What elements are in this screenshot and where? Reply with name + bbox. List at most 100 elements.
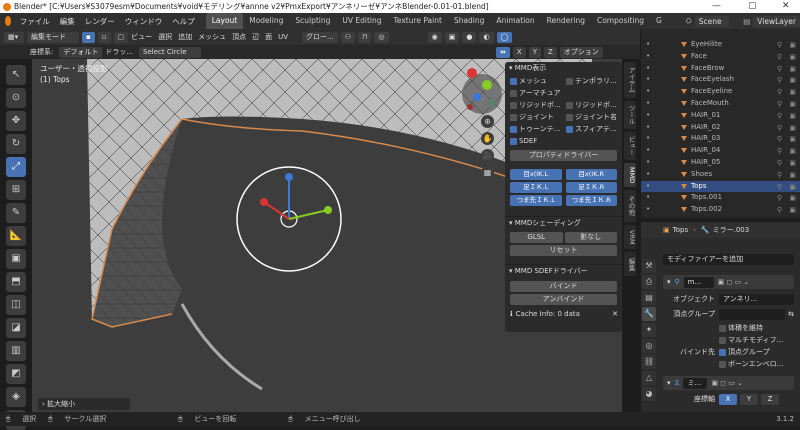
editor-type-icon[interactable]: ▦▾ [4,31,24,43]
material-props-icon[interactable]: ◕ [642,387,656,401]
minimize-button[interactable]: — [712,0,721,13]
menu-select[interactable]: 選択 [158,32,172,42]
outliner-item[interactable]: • Tops.001 ⚲ ▣ [641,192,800,204]
expand2-icon[interactable]: ▾ [667,379,671,387]
tab-modeling[interactable]: Modeling [243,13,289,29]
menu-add[interactable]: 追加 [178,32,192,42]
rigid-body-checkbox[interactable]: リジッドボ... [510,99,566,111]
tab-animation[interactable]: Animation [490,13,540,29]
mod-visibility-icons[interactable]: ▣ ◻ ▭ ⌄ [718,278,750,286]
outliner-item[interactable]: • HAIR_04 ⚲ ▣ [641,145,800,157]
extrude-tool-icon[interactable]: ⬒ [6,272,26,292]
tab-sculpting[interactable]: Sculpting [289,13,336,29]
bind-vgroup-checkbox[interactable]: 頂点グループ [719,347,770,358]
tab-tool[interactable]: ツール [624,101,636,129]
outliner-item[interactable]: • Shoes ⚲ ▣ [641,169,800,181]
move-tool-icon[interactable]: ✥ [6,111,26,131]
face-select-icon[interactable]: ▢ [113,31,129,43]
zoom-icon[interactable]: ⊕ [481,115,494,128]
proportional-edit-icon[interactable]: ◎ [374,31,389,43]
output-props-icon[interactable]: ▤ [642,291,656,305]
orientation-selector[interactable]: デフォルト [59,46,103,58]
3d-cursor-icon[interactable]: ⊙ [6,88,26,108]
axis-x-button[interactable]: X [512,46,526,58]
shading-solid-icon[interactable]: ● [462,31,477,43]
tab-mmd[interactable]: MMD [624,163,636,187]
mirror-axis-y[interactable]: Y [740,393,758,405]
mesh-checkbox[interactable]: メッシュ [510,75,566,87]
menu-window[interactable]: ウィンドウ [120,16,168,27]
outliner-item[interactable]: • HAIR_01 ⚲ ▣ [641,110,800,122]
mirror-icon[interactable]: ⇹ [496,46,510,58]
joint-name-checkbox[interactable]: ジョイント名 [566,111,622,123]
mirror-axis-x[interactable]: X [719,393,737,405]
snap-icon[interactable]: ⊓ [358,31,372,43]
cursor-tool-icon[interactable]: ↖ [6,65,26,85]
loop-cut-icon[interactable]: ▥ [6,341,26,361]
menu-edit[interactable]: 編集 [55,16,80,27]
physics-props-icon[interactable]: ◎ [642,339,656,353]
tab-view[interactable]: ビュー [624,132,636,160]
options-button[interactable]: オプション [559,46,603,58]
modifier-name-field[interactable]: m... [683,276,714,288]
axis-y-button[interactable]: Y [528,46,541,58]
unbind-button[interactable]: アンバインド [510,294,617,305]
pivot-icon[interactable]: ⚇ [340,31,356,43]
menu-view[interactable]: ビュー [131,32,152,42]
close-window-button[interactable]: ✕ [782,0,790,13]
camera-view-icon[interactable]: 🎥 [481,149,494,162]
rotate-tool-icon[interactable]: ↻ [6,134,26,154]
modifier2-header[interactable]: ▾ ⧖ ミ... ▣ ◻ ▭ ⌄ [663,376,794,390]
glsl-button[interactable]: GLSL [510,232,563,243]
property-driver-button[interactable]: プロパティドライバー [510,150,617,161]
vertex-select-icon[interactable]: ▪ [82,31,95,43]
shadeless-button[interactable]: 影なし [564,232,617,243]
menu-file[interactable]: ファイル [15,16,55,27]
multi-modifier-checkbox[interactable]: マルチモディフ... [719,335,794,346]
add-cube-icon[interactable]: ▣ [6,249,26,269]
render-camera-icon[interactable]: ▣ [789,205,796,217]
bevel-tool-icon[interactable]: ◪ [6,318,26,338]
menu-uv[interactable]: UV [278,33,288,41]
scale-tool-icon[interactable]: ⤢ [6,157,26,177]
mmd-sdef-header[interactable]: ▾ MMD SDEFドライバー [505,264,622,277]
tab-more[interactable]: G [650,13,668,29]
object-field[interactable]: アンネリ... [719,293,794,305]
menu-render[interactable]: レンダー [80,16,120,27]
blender-menu-icon[interactable] [5,16,11,26]
add-modifier-dropdown[interactable]: モディファイアーを追加 [663,254,794,265]
outliner-item[interactable]: • HAIR_05 ⚲ ▣ [641,157,800,169]
render-props-icon[interactable]: ⎙ [642,275,656,289]
scene-selector[interactable]: Scene [694,15,730,27]
perspective-toggle-icon[interactable]: ▦ [481,166,494,179]
modifier-header[interactable]: ▾ ⚲ m... ▣ ◻ ▭ ⌄ [663,275,794,289]
pan-icon[interactable]: ✋ [481,132,494,145]
maximize-button[interactable]: ▢ [748,0,757,13]
tab-rendering[interactable]: Rendering [541,13,591,29]
tab-compositing[interactable]: Compositing [591,13,650,29]
shading-overlay-icon[interactable]: ◯ [496,31,513,43]
edge-select-icon[interactable]: ▫ [97,31,111,43]
data-props-icon[interactable]: △ [642,371,656,385]
leg-ik-r-button[interactable]: 足ＩＫ.R [565,182,617,193]
sphere-texture-checkbox[interactable]: スフィアテ... [566,123,622,135]
inset-tool-icon[interactable]: ◫ [6,295,26,315]
outliner-item[interactable]: • FaceBrow ⚲ ▣ [641,63,800,75]
tab-vrm[interactable]: VRM [624,225,636,249]
temporary-checkbox[interactable]: テンポラリ... [566,75,622,87]
transform-orientation-selector[interactable]: グロー... [302,31,338,43]
measure-tool-icon[interactable]: 📐 [6,226,26,246]
outliner-item[interactable]: • Face ⚲ ▣ [641,51,800,63]
outliner-item[interactable]: • FaceMouth ⚲ ▣ [641,98,800,110]
tab-layout[interactable]: Layout [205,13,244,29]
mirror-axis-z[interactable]: Z [761,393,779,405]
invert-icon[interactable]: ⇆ [788,310,794,318]
menu-face[interactable]: 面 [265,32,272,42]
reset-shading-button[interactable]: リセット [510,245,617,256]
clear-cache-icon[interactable]: ✕ [612,308,618,320]
bone-envelope-checkbox[interactable]: ボーンエンベロ... [719,359,794,370]
outliner-item[interactable]: • Tops ⚲ ▣ [641,180,800,193]
outliner-item[interactable]: • FaceEyelash ⚲ ▣ [641,74,800,86]
annotate-tool-icon[interactable]: ✎ [6,203,26,223]
toon-texture-checkbox[interactable]: トゥーンテ... [510,123,566,135]
